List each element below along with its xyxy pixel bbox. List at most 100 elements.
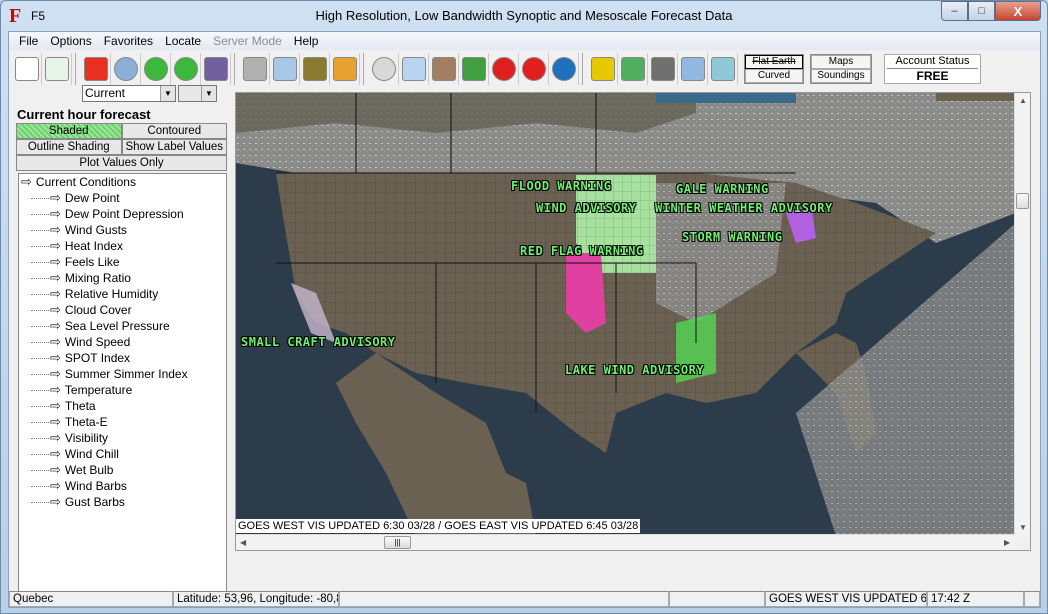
plot-values-only-button[interactable]: Plot Values Only [16,155,227,171]
warning-label[interactable]: LAKE WIND ADVISORY [565,363,704,377]
blank-map-button[interactable] [240,53,270,85]
outline-shading-button[interactable]: Outline Shading [16,139,122,155]
eject-icon [332,57,357,81]
curved-button[interactable]: Curved [745,69,803,83]
flat-earth-button[interactable]: Flat Earth [745,55,803,69]
status-blank [669,591,765,607]
zoom-page-button[interactable] [399,53,429,85]
projection-toggle: Flat Earth Curved [744,54,804,84]
tree-connector [31,197,49,199]
chevron-down-icon[interactable]: ▼ [160,86,175,101]
scroll-left-icon[interactable]: ◀ [240,538,246,547]
tree-item[interactable]: ⇨ Mixing Ratio [19,270,226,286]
time-select[interactable]: Current ▼ [82,85,176,102]
scroll-right-icon[interactable]: ▶ [1004,538,1010,547]
menu-file[interactable]: File [13,32,44,50]
shaded-map-button[interactable] [81,53,111,85]
satellite-button[interactable] [648,53,678,85]
warning-label[interactable]: FLOOD WARNING [511,179,611,193]
filmstrip-button[interactable] [201,53,231,85]
tree-root[interactable]: ⇨ Current Conditions [19,174,226,190]
back-button[interactable] [141,53,171,85]
scroll-up-icon[interactable]: ▲ [1019,96,1027,105]
horizontal-scrollbar[interactable]: ◀ ||| ▶ [236,534,1016,550]
menu-server-mode[interactable]: Server Mode [207,32,288,50]
copy-pages-button[interactable] [270,53,300,85]
menu-favorites[interactable]: Favorites [98,32,159,50]
tree-item[interactable]: ⇨ Summer Simmer Index [19,366,226,382]
tree-connector [31,261,49,263]
scroll-down-icon[interactable]: ▼ [1019,523,1027,532]
tree-item[interactable]: ⇨ Feels Like [19,254,226,270]
vertical-scrollbar[interactable]: ▲ ▼ [1014,93,1030,536]
arrow-icon: ⇨ [50,238,61,253]
tree-connector [31,357,49,359]
tree-connector [31,389,49,391]
vertical-scroll-thumb[interactable] [1016,193,1029,209]
tree-item[interactable]: ⇨ Sea Level Pressure [19,318,226,334]
menu-options[interactable]: Options [44,32,97,50]
zoom-button[interactable] [369,53,399,85]
menu-help[interactable]: Help [288,32,325,50]
status-time: 17:42 Z [927,591,1024,607]
radar-button[interactable] [618,53,648,85]
tree-item[interactable]: ⇨ Theta [19,398,226,414]
zoom-out-button[interactable] [519,53,549,85]
tree-item[interactable]: ⇨ Gust Barbs [19,494,226,510]
tree-item[interactable]: ⇨ Wind Barbs [19,478,226,494]
shaded-button[interactable]: Shaded [16,123,122,139]
weather-map[interactable]: FLOOD WARNING GALE WARNING WIND ADVISORY… [236,93,1016,536]
filmstrip-icon [203,57,228,81]
tree-item[interactable]: ⇨ Theta-E [19,414,226,430]
clock-button[interactable] [111,53,141,85]
tree-item[interactable]: ⇨ Heat Index [19,238,226,254]
tree-connector [31,405,49,407]
tree-item[interactable]: ⇨ Wind Gusts [19,222,226,238]
tree-item[interactable]: ⇨ SPOT Index [19,350,226,366]
new-document-button[interactable] [12,53,42,85]
tree-item[interactable]: ⇨ Dew Point Depression [19,206,226,222]
warning-label[interactable]: STORM WARNING [682,230,782,244]
tree-item[interactable]: ⇨ Cloud Cover [19,302,226,318]
resize-grip[interactable] [1024,591,1040,607]
eject-button[interactable] [330,53,360,85]
minimize-button[interactable]: – [941,1,968,21]
hurricane-button[interactable] [708,53,738,85]
secondary-select[interactable]: ▼ [178,85,217,102]
soundings-button[interactable]: Soundings [811,69,871,83]
refresh-icon [44,57,69,81]
tree-item[interactable]: ⇨ Wind Speed [19,334,226,350]
tree-item[interactable]: ⇨ Relative Humidity [19,286,226,302]
warning-label[interactable]: GALE WARNING [676,182,769,196]
back-icon [143,57,168,81]
globe-button[interactable] [549,53,579,85]
arrow-icon: ⇨ [21,174,32,189]
warning-label[interactable]: WIND ADVISORY [536,201,636,215]
tree-item[interactable]: ⇨ Wind Chill [19,446,226,462]
refresh-button[interactable] [42,53,72,85]
tree-item[interactable]: ⇨ Wet Bulb [19,462,226,478]
parallelogram-button[interactable] [588,53,618,85]
show-label-values-button[interactable]: Show Label Values [121,139,227,155]
tree-item[interactable]: ⇨ Dew Point [19,190,226,206]
chevron-down-icon[interactable]: ▼ [201,86,216,101]
maximize-button[interactable]: □ [968,1,995,21]
horizontal-scroll-thumb[interactable]: ||| [384,536,411,549]
warning-label[interactable]: SMALL CRAFT ADVISORY [241,335,396,349]
warning-label[interactable]: WINTER WEATHER ADVISORY [655,201,833,215]
pan-hand-button[interactable] [429,53,459,85]
warning-label[interactable]: RED FLAG WARNING [520,244,644,258]
menu-bar: File Options Favorites Locate Server Mode Hel… [9,32,1040,50]
tree-item[interactable]: ⇨ Temperature [19,382,226,398]
calculator-button[interactable] [678,53,708,85]
home-button[interactable] [459,53,489,85]
terrain-button[interactable] [300,53,330,85]
zoom-in-button[interactable] [489,53,519,85]
forward-button[interactable] [171,53,201,85]
maps-button[interactable]: Maps [811,55,871,69]
tree-item[interactable]: ⇨ Visibility [19,430,226,446]
tree-connector [31,213,49,215]
menu-locate[interactable]: Locate [159,32,207,50]
close-button[interactable]: X [995,1,1041,21]
contoured-button[interactable]: Contoured [121,123,227,139]
